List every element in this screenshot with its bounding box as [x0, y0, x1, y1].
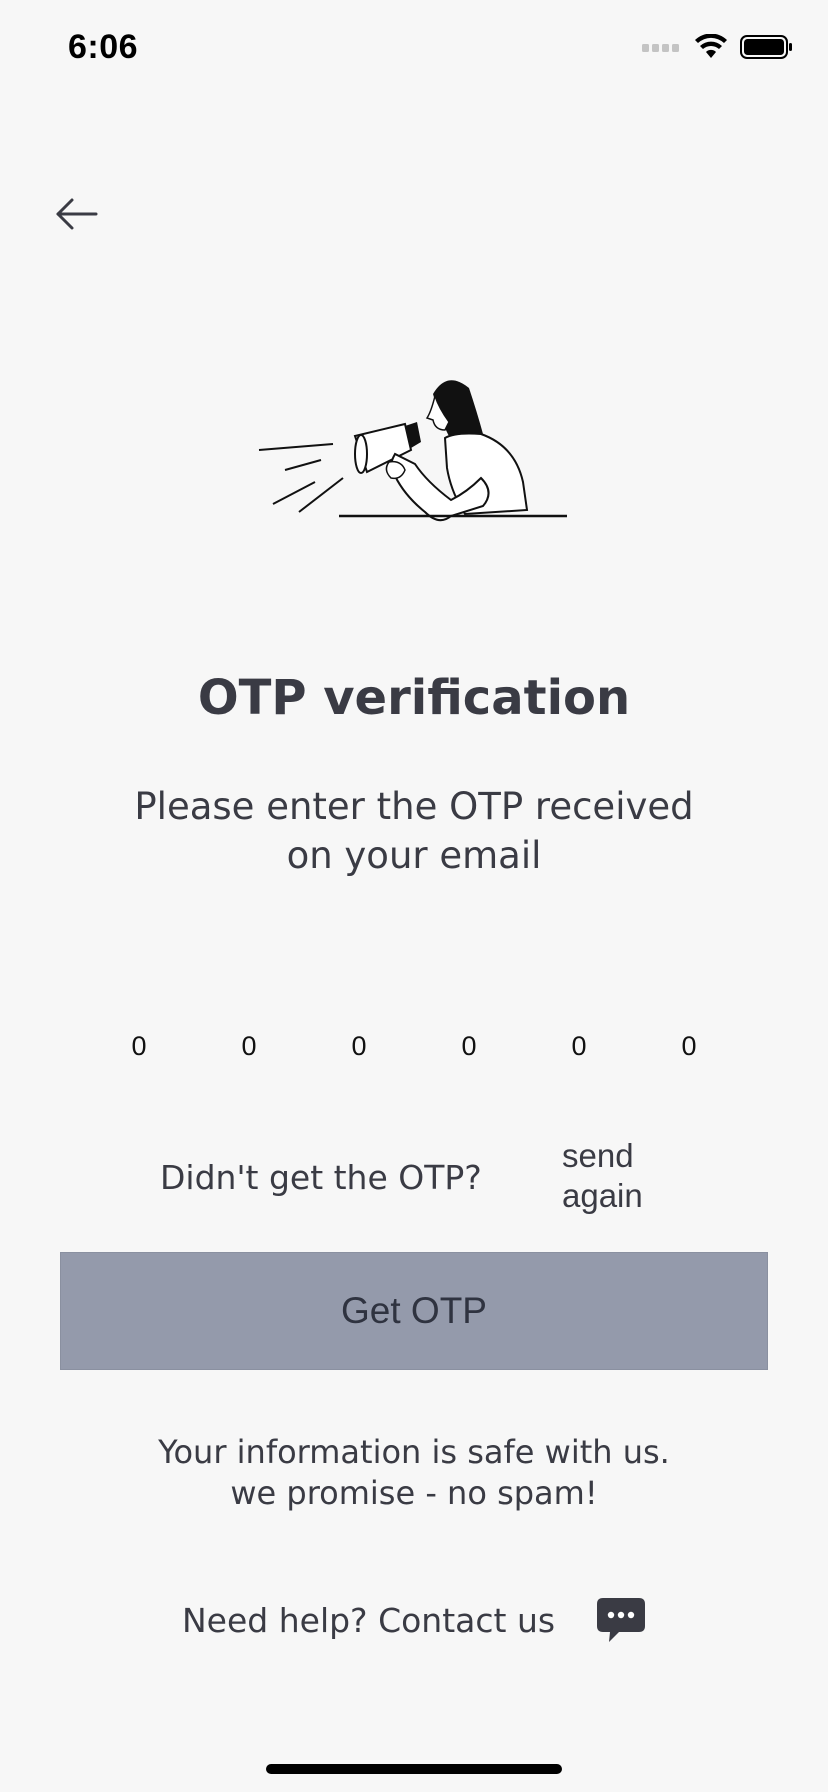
otp-digit-4[interactable]: [428, 1024, 510, 1068]
status-bar: 6:06: [0, 0, 828, 100]
page-title: OTP verification: [197, 670, 631, 726]
otp-input-row: [98, 1024, 730, 1068]
resend-label: Didn't get the OTP?: [160, 1158, 482, 1197]
send-again-link[interactable]: send again: [562, 1136, 672, 1216]
status-icons: [642, 34, 794, 60]
arrow-left-icon: [56, 198, 98, 230]
privacy-note-line-2: we promise - no spam!: [230, 1474, 598, 1512]
contact-us-link[interactable]: Need help? Contact us: [182, 1601, 555, 1640]
privacy-note-line-1: Your information is safe with us.: [158, 1433, 670, 1471]
otp-digit-5[interactable]: [538, 1024, 620, 1068]
get-otp-button[interactable]: Get OTP: [60, 1252, 768, 1370]
otp-digit-3[interactable]: [318, 1024, 400, 1068]
battery-icon: [740, 35, 792, 59]
otp-digit-1[interactable]: [98, 1024, 180, 1068]
get-otp-button-label: Get OTP: [341, 1290, 487, 1331]
back-button[interactable]: [48, 190, 104, 238]
megaphone-woman-illustration: [258, 380, 567, 522]
privacy-note: Your information is safe with us. we pro…: [0, 1432, 828, 1514]
otp-digit-6[interactable]: [648, 1024, 730, 1068]
status-time: 6:06: [68, 28, 139, 66]
otp-digit-2[interactable]: [208, 1024, 290, 1068]
cellular-signal-icon: [642, 44, 679, 52]
help-row: Need help? Contact us: [182, 1596, 647, 1644]
page-subtitle: Please enter the OTP received on your em…: [134, 785, 694, 877]
home-indicator: [266, 1764, 562, 1774]
wifi-icon: [695, 34, 727, 58]
chat-bubble-icon[interactable]: [595, 1596, 647, 1644]
